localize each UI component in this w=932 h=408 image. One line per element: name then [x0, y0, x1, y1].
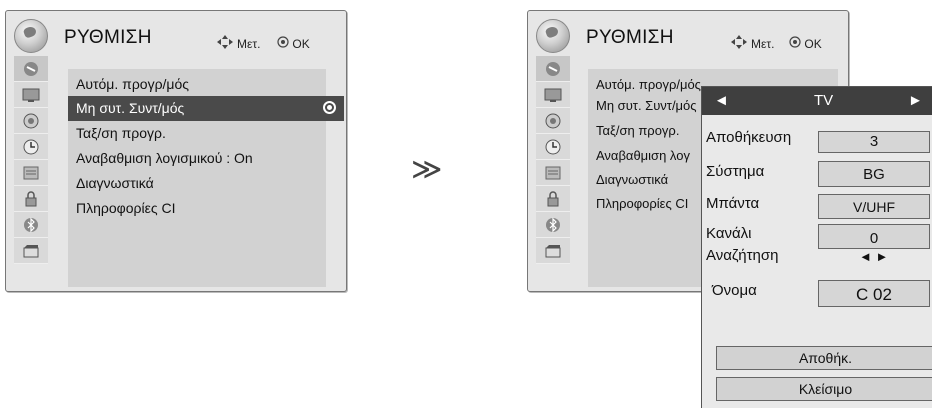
- setup-globe-icon: [536, 19, 570, 53]
- menu-item-software-update[interactable]: Αναβαθμιση λογισμικού : On: [68, 146, 326, 171]
- menu-item-auto-tuning[interactable]: Αυτόμ. προγρ/μός: [68, 72, 326, 97]
- media-icon[interactable]: [536, 238, 570, 264]
- channel-label: Κανάλι: [706, 225, 752, 242]
- move-arrows-icon: [216, 34, 234, 53]
- name-label: Όνομα: [712, 282, 757, 299]
- selected-radio-icon: [323, 101, 336, 114]
- lock-list-icon[interactable]: [14, 160, 48, 186]
- source-next-arrow-icon[interactable]: ►: [908, 92, 923, 109]
- audio-icon[interactable]: [536, 108, 570, 134]
- bluetooth-icon[interactable]: [536, 212, 570, 238]
- audio-icon[interactable]: [14, 108, 48, 134]
- system-label: Σύστημα: [706, 163, 765, 180]
- search-arrows[interactable]: ◄ ►: [859, 249, 888, 264]
- menu-item-diagnostics[interactable]: Διαγνωστικά: [68, 171, 326, 196]
- channel-value[interactable]: 0: [818, 224, 930, 249]
- bluetooth-icon[interactable]: [14, 212, 48, 238]
- media-icon[interactable]: [14, 238, 48, 264]
- transition-arrow: ≫: [411, 153, 443, 186]
- category-icon-bar: [536, 56, 570, 264]
- band-label: Μπάντα: [706, 195, 760, 212]
- category-icon-bar: [14, 56, 48, 264]
- menu-item-ci-information[interactable]: Πληροφορίες CI: [68, 196, 326, 221]
- antenna-icon[interactable]: [536, 56, 570, 82]
- store-button[interactable]: Αποθήκ.: [716, 346, 932, 370]
- move-hint: Μετ. OK: [216, 34, 310, 53]
- source-selector[interactable]: ◄ TV ►: [702, 87, 932, 115]
- time-icon[interactable]: [14, 134, 48, 160]
- name-value[interactable]: C 02: [818, 280, 930, 307]
- source-label: TV: [814, 92, 834, 109]
- ok-button-icon: [789, 36, 802, 51]
- storage-label: Αποθήκευση: [706, 129, 792, 146]
- security-icon[interactable]: [536, 186, 570, 212]
- menu-item-manual-tuning[interactable]: Μη συτ. Συντ/μός: [68, 96, 344, 121]
- menu-list: Αυτόμ. προγρ/μός Μη συτ. Συντ/μός Ταξ/ση…: [68, 69, 344, 287]
- picture-icon[interactable]: [14, 82, 48, 108]
- menu-item-programme-edit[interactable]: Ταξ/ση προγρ.: [68, 121, 326, 146]
- move-arrows-icon: [730, 34, 748, 53]
- source-prev-arrow-icon[interactable]: ◄: [714, 92, 729, 109]
- close-button[interactable]: Κλείσιμο: [716, 377, 932, 401]
- antenna-icon[interactable]: [14, 56, 48, 82]
- menu-title: ΡΥΘΜΙΣΗ: [586, 27, 674, 48]
- move-hint: Μετ. OK: [730, 34, 822, 53]
- time-icon[interactable]: [536, 134, 570, 160]
- ok-button-icon: [277, 36, 290, 51]
- storage-value[interactable]: 3: [818, 131, 930, 153]
- menu-title: ΡΥΘΜΙΣΗ: [64, 27, 152, 48]
- search-label: Αναζήτηση: [706, 247, 779, 264]
- band-value[interactable]: V/UHF: [818, 194, 930, 219]
- setup-menu-panel-left: ΡΥΘΜΙΣΗ Μετ. OK Αυτόμ. προγρ/μός Μη συτ.…: [5, 10, 347, 292]
- lock-list-icon[interactable]: [536, 160, 570, 186]
- security-icon[interactable]: [14, 186, 48, 212]
- setup-globe-icon: [14, 19, 48, 53]
- system-value[interactable]: BG: [818, 161, 930, 187]
- picture-icon[interactable]: [536, 82, 570, 108]
- manual-tuning-popup: ◄ TV ► Αποθήκευση 3 Σύστημα BG Μπάντα V/…: [701, 86, 932, 408]
